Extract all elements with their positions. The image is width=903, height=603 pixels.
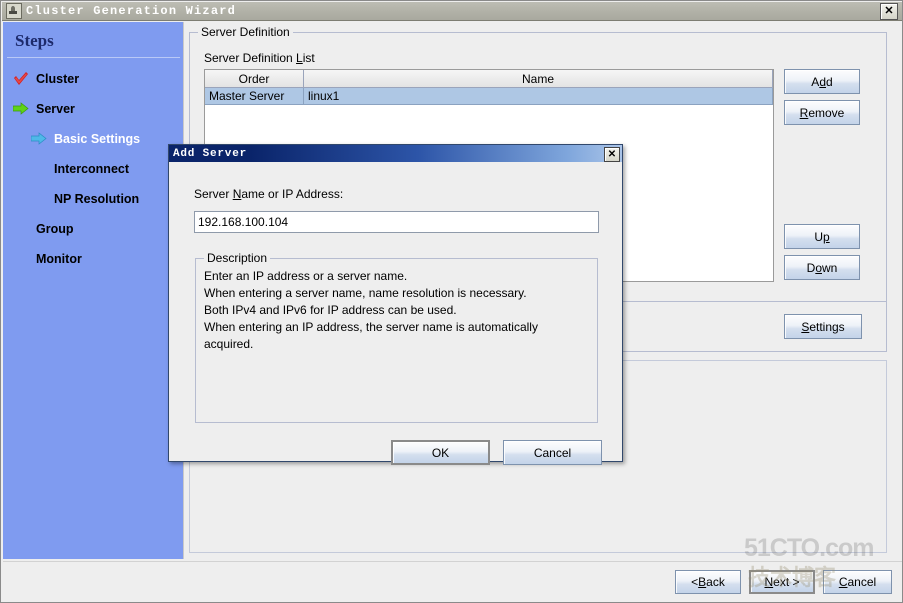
cluster-generation-wizard-window: Cluster Generation Wizard ✕ Steps Cluste… <box>0 0 903 603</box>
table-row[interactable]: Master Server linux1 <box>205 87 773 105</box>
steps-list: Cluster Server Basic Settings Interconne… <box>3 64 184 274</box>
sidebar-item-group[interactable]: Group <box>3 214 184 244</box>
add-button[interactable]: Add <box>784 69 860 94</box>
sidebar-item-label: Interconnect <box>54 162 130 176</box>
description-text: Enter an IP address or a server name. Wh… <box>204 269 538 351</box>
dialog-title: Add Server <box>173 147 248 160</box>
check-icon <box>13 72 29 86</box>
sidebar-item-cluster[interactable]: Cluster <box>3 64 184 94</box>
description-groupbox: Description Enter an IP address or a ser… <box>195 251 598 423</box>
window-title: Cluster Generation Wizard <box>26 4 237 18</box>
dialog-body: Server Name or IP Address: Description E… <box>169 162 622 465</box>
cell-order: Master Server <box>205 87 304 105</box>
server-definition-title: Server Definition <box>198 25 293 39</box>
window-close-button[interactable]: ✕ <box>880 3 898 20</box>
java-duke-icon <box>6 3 22 19</box>
sidebar-item-server[interactable]: Server <box>3 94 184 124</box>
server-definition-list-label: Server Definition List <box>204 51 315 65</box>
move-up-button[interactable]: Up <box>784 224 860 249</box>
cell-name: linux1 <box>303 87 773 105</box>
column-header-name[interactable]: Name <box>303 70 773 88</box>
server-name-input[interactable] <box>194 211 599 233</box>
next-button[interactable]: Next > <box>749 570 815 594</box>
arrow-right-icon <box>13 102 29 116</box>
sidebar-item-label: Server <box>36 102 75 116</box>
sidebar-item-label: Group <box>36 222 74 236</box>
sidebar-item-label: Cluster <box>36 72 80 86</box>
description-title: Description <box>204 251 271 265</box>
move-down-button[interactable]: Do wn <box>784 255 860 280</box>
dialog-cancel-button[interactable]: Cancel <box>503 440 602 465</box>
server-name-field-label: Server Name or IP Address: <box>194 187 344 201</box>
back-button[interactable]: < Back <box>675 570 741 594</box>
sidebar-item-monitor[interactable]: Monitor <box>3 244 184 274</box>
column-header-order[interactable]: Order <box>205 70 304 88</box>
cancel-button[interactable]: Cancel <box>823 570 892 594</box>
dialog-titlebar: Add Server <box>169 145 622 162</box>
steps-heading-container: Steps <box>7 25 180 58</box>
remove-button[interactable]: Remove <box>784 100 860 125</box>
sidebar-item-label: Basic Settings <box>54 132 141 146</box>
steps-heading: Steps <box>15 31 54 50</box>
steps-sidebar: Steps Cluster Server Basic Settings Inte… <box>3 22 184 559</box>
sidebar-item-label: Monitor <box>36 252 82 266</box>
dialog-ok-button[interactable]: OK <box>391 440 490 465</box>
sidebar-item-label: NP Resolution <box>54 192 140 206</box>
settings-button[interactable]: Settings <box>784 314 862 339</box>
add-server-dialog: Add Server ✕ Server Name or IP Address: … <box>168 144 623 465</box>
sidebar-item-interconnect[interactable]: Interconnect <box>3 154 184 184</box>
table-header-row: Order Name <box>205 70 773 88</box>
dialog-close-button[interactable]: ✕ <box>604 147 620 162</box>
sidebar-item-basic-settings[interactable]: Basic Settings <box>3 124 184 154</box>
arrow-right-icon <box>31 132 47 146</box>
sidebar-item-np-resolution[interactable]: NP Resolution <box>3 184 184 214</box>
window-titlebar: Cluster Generation Wizard <box>2 2 902 21</box>
